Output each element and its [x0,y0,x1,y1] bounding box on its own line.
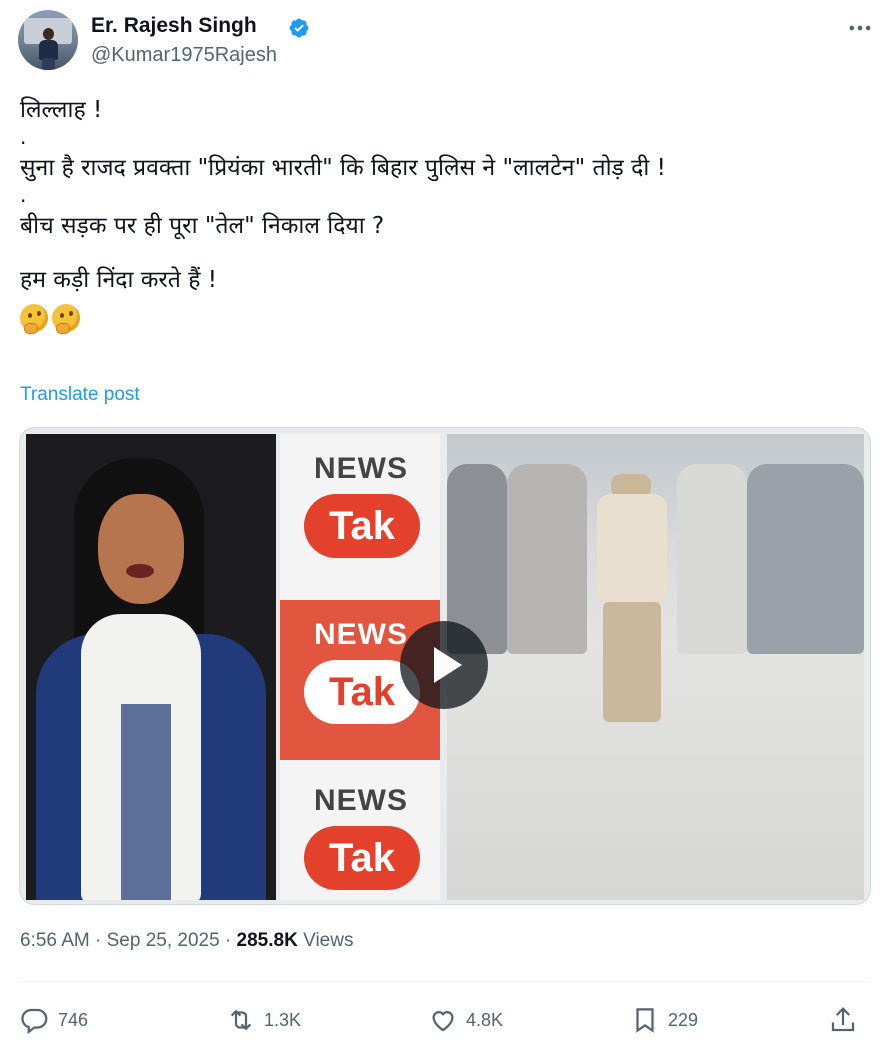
more-options-icon[interactable] [846,14,874,42]
share-button[interactable] [828,1000,858,1040]
bookmark-button[interactable]: 229 [630,1000,698,1040]
meta-separator: · [95,930,102,951]
post-line: सुना है राजद प्रवक्ता "प्रियंका भारती" क… [20,155,666,181]
divider [20,981,868,982]
reply-button[interactable]: 746 [20,1000,88,1040]
repost-button[interactable]: 1.3K [226,1000,301,1040]
brand-tak-text: Tak [304,494,420,558]
post-line: . [20,125,27,149]
brand-news-text: NEWS [314,784,408,817]
share-icon [831,1007,855,1032]
author-handle[interactable]: @Kumar1975Rajesh [91,44,277,67]
post-line: बीच सड़क पर ही पूरा "तेल" निकाल दिया ? [20,213,385,239]
author-avatar[interactable] [18,10,78,70]
video-media[interactable]: NEWS Tak NEWS Tak NEWS Tak [19,427,871,905]
like-button[interactable]: 4.8K [428,1000,503,1040]
action-bar: 746 1.3K 4.8K 229 [20,1000,868,1040]
translate-post-link[interactable]: Translate post [20,384,140,406]
bookmark-icon [636,1008,654,1033]
author-display-name[interactable]: Er. Rajesh Singh [91,14,257,38]
thinking-face-icon [20,304,48,334]
heart-icon [432,1011,454,1032]
emoji-row [20,298,860,338]
brand-tak-text: Tak [304,826,420,890]
play-button[interactable] [400,621,488,709]
post-line: हम कड़ी निंदा करते हैं ! [20,267,217,293]
post-meta: 6:56 AM · Sep 25, 2025 · 285.8K Views [20,930,353,952]
repost-icon [230,1009,252,1031]
thinking-face-icon [52,304,80,334]
verified-badge-icon [289,18,309,38]
police-officer-figure [597,474,667,724]
video-frame-street [447,434,864,900]
like-count: 4.8K [466,1009,504,1030]
post-date[interactable]: Sep 25, 2025 [107,930,220,951]
post-text: लिल्लाह ! . सुना है राजद प्रवक्ता "प्रिय… [20,92,860,338]
repost-count: 1.3K [264,1009,302,1030]
brand-news-text: NEWS [314,452,408,485]
post-header: Er. Rajesh Singh @Kumar1975Rajesh [18,10,876,72]
reply-icon [21,1008,48,1035]
meta-separator: · [224,930,232,951]
views-count: 285.8K [236,930,298,951]
brand-news-text: NEWS [314,618,408,651]
bookmark-count: 229 [668,1009,699,1030]
reply-count: 746 [58,1009,89,1030]
video-frame-presenter [26,434,276,900]
post-line: . [20,183,27,207]
post-line: लिल्लाह ! [20,97,103,123]
post-time[interactable]: 6:56 AM [20,930,90,951]
views-label: Views [303,930,354,951]
